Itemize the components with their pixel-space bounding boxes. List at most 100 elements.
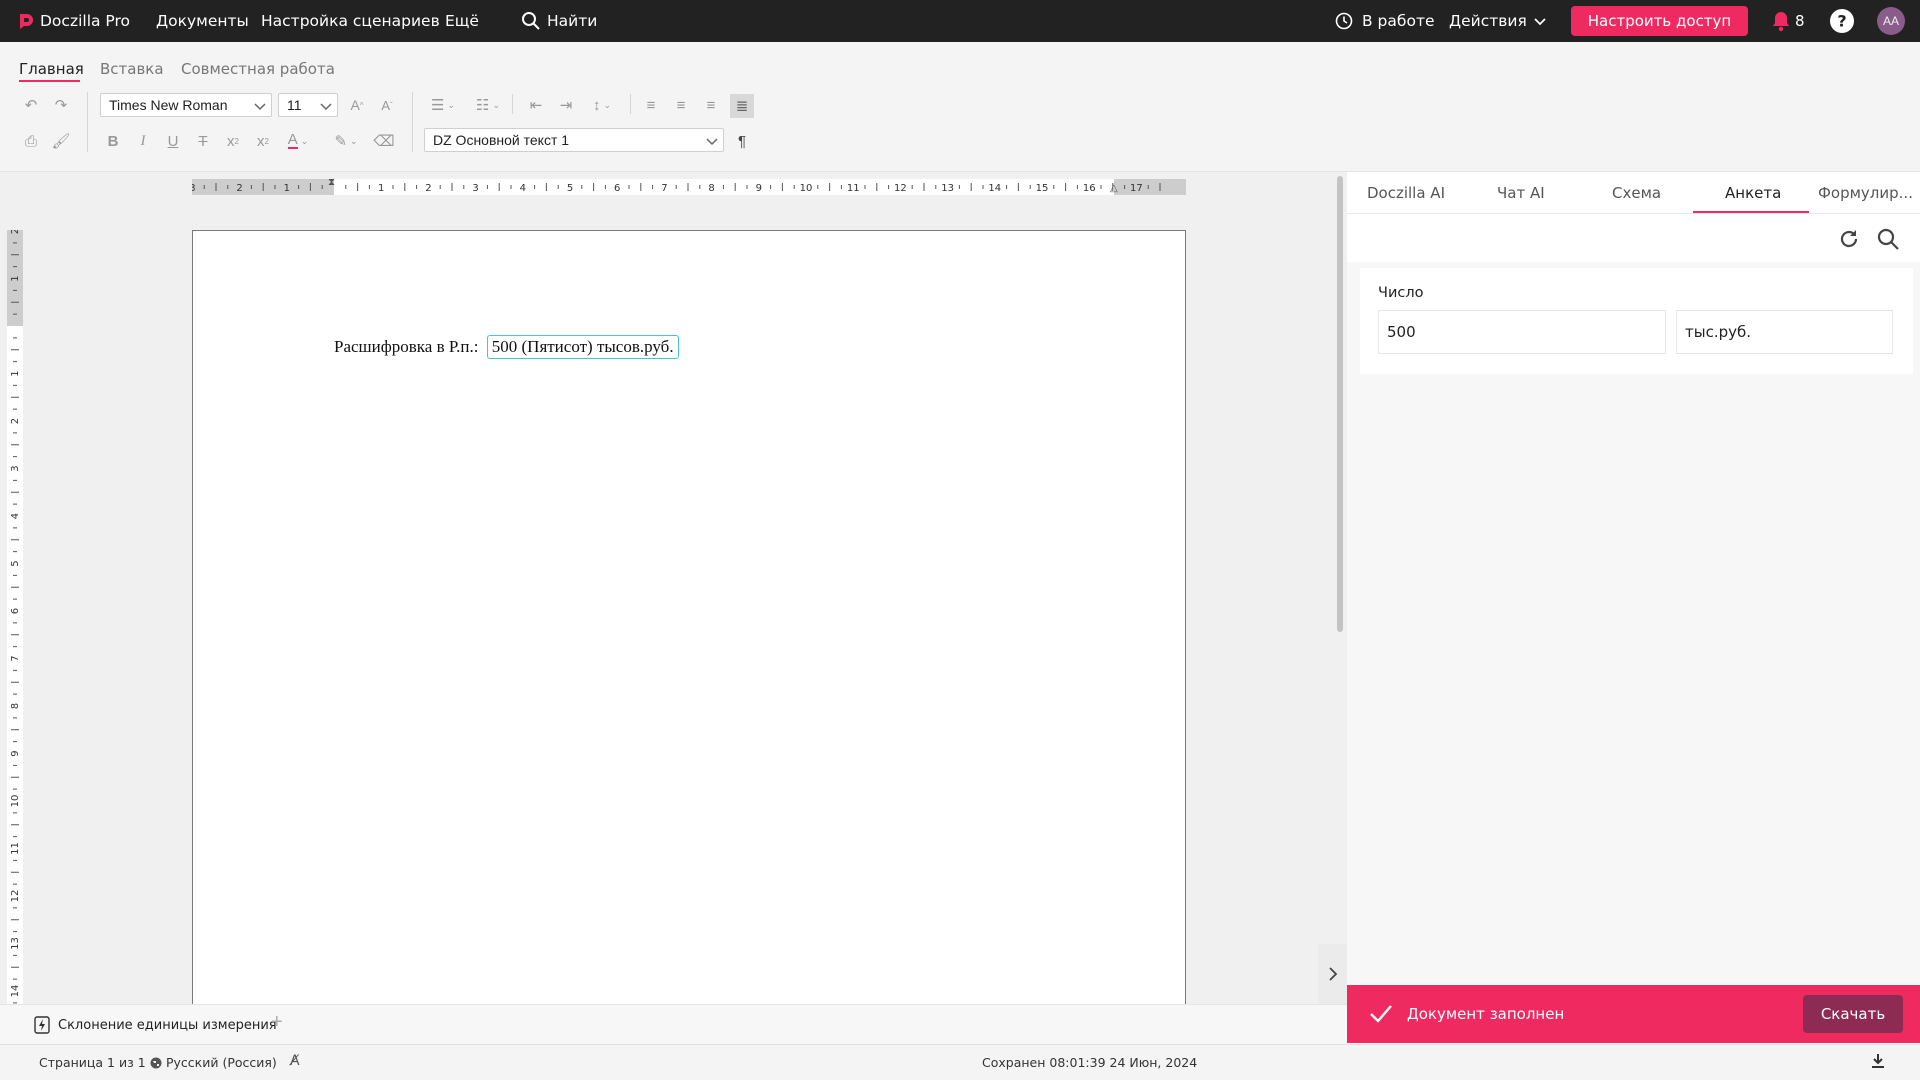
increase-font-icon[interactable]: A ^ bbox=[346, 94, 368, 116]
nav-scenarios[interactable]: Настройка сценариев bbox=[261, 0, 440, 42]
ruler-label: 11 bbox=[847, 183, 860, 194]
ruler-label: 10 bbox=[800, 183, 813, 194]
add-scenario-icon[interactable]: + bbox=[271, 1011, 283, 1034]
chevron-down-icon bbox=[320, 103, 332, 111]
underline-icon[interactable]: U bbox=[162, 130, 184, 152]
ruler-label: 4 bbox=[10, 513, 21, 519]
avatar[interactable]: AA bbox=[1877, 7, 1905, 35]
ruler-label: 3 bbox=[10, 465, 21, 471]
font-family-select[interactable]: Times New Roman bbox=[100, 93, 272, 117]
document-paragraph[interactable]: Расшифровка в Р.п.: 500 (Пятисот) тысов.… bbox=[334, 335, 679, 359]
document-scrollbar[interactable] bbox=[1337, 176, 1343, 632]
top-bar: Doczilla Pro Документы Настройка сценари… bbox=[0, 0, 1920, 42]
app-logo[interactable]: Doczilla Pro bbox=[18, 0, 130, 42]
ruler-label: 5 bbox=[10, 560, 21, 566]
questionnaire-card: Число 500 тыс.руб. bbox=[1360, 268, 1913, 374]
tab-insert[interactable]: Вставка bbox=[100, 60, 164, 78]
ruler-label: 6 bbox=[614, 183, 620, 194]
help-button[interactable]: ? bbox=[1829, 0, 1855, 42]
tab-schema[interactable]: Схема bbox=[1612, 184, 1661, 202]
language-label: Русский (Россия) bbox=[166, 1055, 277, 1070]
vertical-ruler: 2 1 1 2 3 4 5 6 7 8 9 10 11 12 13 14 bbox=[7, 230, 23, 1004]
actions-label: Действия bbox=[1449, 12, 1527, 30]
document-field[interactable]: 500 (Пятисот) тысов.руб. bbox=[486, 335, 679, 359]
tab-home[interactable]: Главная bbox=[19, 60, 84, 78]
font-family-value: Times New Roman bbox=[109, 97, 228, 113]
superscript-icon[interactable]: x2 bbox=[222, 130, 244, 152]
download-button[interactable]: Скачать bbox=[1803, 995, 1903, 1033]
paragraph-style-value: DZ Основной текст 1 bbox=[433, 132, 570, 148]
clock-icon bbox=[1335, 12, 1353, 30]
outdent-icon[interactable]: ⇤ bbox=[525, 94, 547, 116]
tab-formulations[interactable]: Формулир... bbox=[1818, 184, 1913, 202]
bullet-list-icon[interactable]: ☰ ⌄ bbox=[425, 94, 461, 116]
ruler-label: 14 bbox=[988, 183, 1001, 194]
notifications-button[interactable]: 8 bbox=[1771, 0, 1805, 42]
spellcheck-icon[interactable]: A̸ bbox=[290, 1053, 300, 1069]
ruler-label: 11 bbox=[10, 842, 21, 855]
italic-icon[interactable]: I bbox=[132, 130, 154, 152]
pilcrow-icon[interactable]: ¶ bbox=[731, 130, 753, 152]
done-message: Документ заполнен bbox=[1407, 1005, 1565, 1023]
collapse-panel-button[interactable] bbox=[1318, 944, 1347, 1004]
status-label: В работе bbox=[1362, 12, 1435, 30]
tab-anketa[interactable]: Анкета bbox=[1725, 184, 1781, 202]
tab-doczilla-ai[interactable]: Doczilla AI bbox=[1367, 184, 1445, 202]
ruler-label: 1 bbox=[10, 370, 21, 376]
indent-marker[interactable]: ⧗ bbox=[328, 177, 335, 188]
search-button[interactable]: Найти bbox=[521, 0, 597, 42]
lightning-icon bbox=[34, 1016, 50, 1034]
nav-documents[interactable]: Документы bbox=[156, 0, 249, 42]
subscript-icon[interactable]: x2 bbox=[252, 130, 274, 152]
horizontal-ruler: 3 2 1 1 2 3 4 5 6 7 8 9 10 11 12 13 14 15 16 17 ⧗ △ bbox=[192, 177, 1186, 195]
ruler-label: 8 bbox=[10, 703, 21, 709]
scenario-tab[interactable]: Склонение единицы измерения bbox=[34, 1016, 277, 1034]
line-spacing-icon[interactable]: ↕ ⌄ bbox=[584, 94, 620, 116]
ruler-label: 6 bbox=[10, 608, 21, 614]
highlight-icon[interactable]: ✎ ⌄ bbox=[328, 130, 364, 152]
paragraph-style-select[interactable]: DZ Основной текст 1 bbox=[424, 128, 724, 152]
decrease-font-icon[interactable]: Aˇ bbox=[376, 94, 398, 116]
ruler-label: 16 bbox=[1083, 183, 1096, 194]
clear-format-icon[interactable]: ⌫ bbox=[373, 130, 395, 152]
font-size-select[interactable]: 11 bbox=[278, 93, 338, 117]
bold-icon[interactable]: B bbox=[102, 130, 124, 152]
document-page[interactable]: Расшифровка в Р.п.: 500 (Пятисот) тысов.… bbox=[192, 230, 1186, 1004]
align-right-icon[interactable]: ≡ bbox=[700, 94, 722, 116]
ruler-label: 12 bbox=[894, 183, 907, 194]
tab-collaboration[interactable]: Совместная работа bbox=[181, 60, 335, 78]
align-left-icon[interactable]: ≡ bbox=[640, 94, 662, 116]
font-color-icon[interactable]: A ⌄ bbox=[280, 130, 316, 152]
ruler-label: 8 bbox=[708, 183, 714, 194]
right-indent-marker[interactable]: △ bbox=[1110, 183, 1118, 194]
ruler-label: 13 bbox=[941, 183, 954, 194]
status-button[interactable]: В работе bbox=[1335, 0, 1435, 42]
ruler-label: 2 bbox=[236, 183, 242, 194]
ruler-label: 3 bbox=[192, 183, 196, 194]
tab-chat-ai[interactable]: Чат AI bbox=[1497, 184, 1545, 202]
unit-input[interactable]: тыс.руб. bbox=[1676, 310, 1893, 354]
refresh-button[interactable] bbox=[1837, 227, 1861, 256]
indent-icon[interactable]: ⇥ bbox=[555, 94, 577, 116]
ruler-label: 2 bbox=[10, 230, 21, 234]
number-input[interactable]: 500 bbox=[1378, 310, 1666, 354]
ruler-label: 1 bbox=[284, 183, 290, 194]
strikethrough-icon[interactable]: T bbox=[192, 130, 214, 152]
side-search-button[interactable] bbox=[1876, 227, 1900, 256]
toolbar-divider bbox=[630, 94, 631, 114]
nav-more[interactable]: Ещё bbox=[445, 0, 479, 42]
redo-icon[interactable]: ↷ bbox=[50, 94, 72, 116]
ruler-label: 14 bbox=[10, 985, 21, 998]
undo-icon[interactable]: ↶ bbox=[20, 94, 42, 116]
configure-access-button[interactable]: Настроить доступ bbox=[1571, 6, 1748, 36]
align-justify-icon[interactable]: ≣ bbox=[730, 94, 754, 118]
format-painter-icon[interactable]: 🖌 bbox=[50, 130, 72, 152]
numbered-list-icon[interactable]: ☷ ⌄ bbox=[470, 94, 506, 116]
svg-text:?: ? bbox=[1837, 12, 1846, 31]
download-status-icon[interactable] bbox=[1871, 1053, 1885, 1072]
print-icon[interactable]: ⎙ bbox=[20, 130, 42, 152]
actions-dropdown[interactable]: Действия bbox=[1449, 0, 1547, 42]
align-center-icon[interactable]: ≡ bbox=[670, 94, 692, 116]
ruler-ticks: 3 2 1 1 2 3 4 5 6 7 8 9 10 11 12 13 14 15 16 17 bbox=[192, 183, 1161, 194]
language-selector[interactable]: Русский (Россия) bbox=[150, 1055, 277, 1070]
